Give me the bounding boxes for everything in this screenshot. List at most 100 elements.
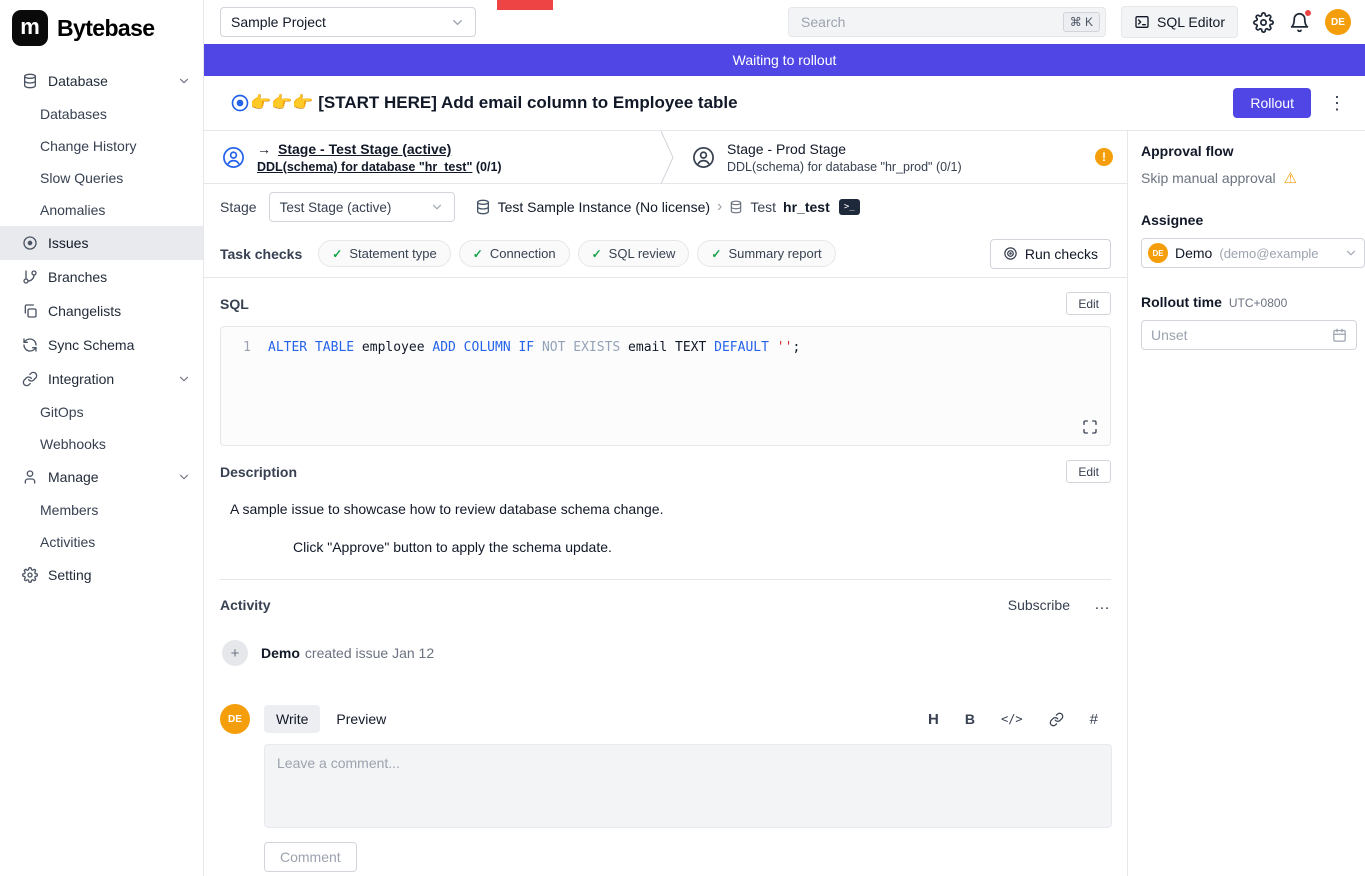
assignee-heading: Assignee (1141, 212, 1365, 228)
plus-icon: + (222, 640, 248, 666)
instance-name-link[interactable]: Test Sample Instance (No license) (498, 199, 710, 215)
tab-preview[interactable]: Preview (324, 705, 398, 733)
description-paragraph: A sample issue to showcase how to review… (230, 501, 1111, 517)
sidebar-item-integration[interactable]: Integration (0, 362, 203, 396)
bytebase-logo[interactable]: m Bytebase (0, 0, 203, 56)
check-pill-connection[interactable]: ✓ Connection (459, 240, 570, 267)
task-name: DDL(schema) for database "hr_prod" (0/1) (727, 160, 962, 174)
sql-section: SQL Edit 1 ALTER TABLE employee ADD COLU… (204, 278, 1127, 446)
expand-icon[interactable] (1082, 419, 1098, 435)
format-bold-icon[interactable]: B (965, 711, 975, 727)
check-icon: ✓ (592, 247, 602, 261)
more-options-icon[interactable]: … (1094, 596, 1111, 614)
run-checks-button[interactable]: Run checks (990, 239, 1111, 269)
issues-icon (22, 235, 38, 251)
postgres-icon (475, 199, 491, 215)
activity-entry: + Demo created issue Jan 12 (222, 640, 1111, 666)
search-box[interactable]: ⌘ K (788, 7, 1106, 37)
sidebar-item-webhooks[interactable]: Webhooks (0, 428, 203, 460)
open-sql-editor-icon[interactable]: >_ (839, 199, 860, 215)
check-pill-statement-type[interactable]: ✓ Statement type (318, 240, 451, 267)
gear-icon (22, 567, 38, 583)
stage-person-icon (692, 146, 715, 169)
environment-name: Test (750, 199, 776, 215)
notifications-bell-icon[interactable] (1289, 12, 1310, 33)
rollout-button[interactable]: Rollout (1233, 88, 1311, 118)
check-pill-sql-review[interactable]: ✓ SQL review (578, 240, 690, 267)
project-select[interactable]: Sample Project (220, 7, 476, 37)
sidebar-item-gitops[interactable]: GitOps (0, 396, 203, 428)
format-hash-icon[interactable]: # (1090, 711, 1098, 728)
check-pill-summary-report[interactable]: ✓ Summary report (697, 240, 835, 267)
sidebar-item-slow-queries[interactable]: Slow Queries (0, 162, 203, 194)
stage-name: Stage - Prod Stage (727, 141, 962, 157)
activity-heading: Activity (220, 597, 271, 613)
sidebar-item-branches[interactable]: Branches (0, 260, 203, 294)
description-body: A sample issue to showcase how to review… (220, 485, 1111, 580)
format-link-icon[interactable] (1049, 712, 1064, 727)
sidebar-item-sync-schema[interactable]: Sync Schema (0, 328, 203, 362)
format-code-icon[interactable]: </> (1001, 712, 1023, 726)
terminal-icon (1134, 14, 1150, 30)
status-banner: Waiting to rollout (204, 44, 1365, 76)
stage-name[interactable]: Stage - Test Stage (active) (278, 141, 451, 157)
sidebar-item-activities[interactable]: Activities (0, 526, 203, 558)
sidebar-item-setting[interactable]: Setting (0, 558, 203, 592)
topbar: Sample Project ⌘ K SQL Editor DE (204, 0, 1365, 44)
stage-select-row: Stage Test Stage (active) Test Sample In… (204, 184, 1127, 230)
topbar-right: ⌘ K SQL Editor DE (788, 6, 1351, 38)
sql-editor-button[interactable]: SQL Editor (1121, 6, 1238, 38)
search-shortcut-kbd: ⌘ K (1063, 12, 1100, 32)
chevron-down-icon (177, 470, 191, 484)
sidebar-item-members[interactable]: Members (0, 494, 203, 526)
description-edit-button[interactable]: Edit (1066, 460, 1111, 483)
red-ribbon (497, 0, 553, 10)
sql-code-panel[interactable]: 1 ALTER TABLE employee ADD COLUMN IF NOT… (220, 326, 1111, 446)
approval-flow-heading: Approval flow (1141, 143, 1365, 159)
task-name[interactable]: DDL(schema) for database "hr_test" (257, 160, 472, 174)
sidebar-item-changelists[interactable]: Changelists (0, 294, 203, 328)
sidebar-item-database[interactable]: Database (0, 64, 203, 98)
stage-card-prod[interactable]: Stage - Prod Stage DDL(schema) for datab… (674, 131, 1127, 183)
search-input[interactable] (799, 13, 1063, 31)
stage-strip: → Stage - Test Stage (active) DDL(schema… (204, 131, 1127, 184)
rollout-time-input[interactable]: Unset (1141, 320, 1357, 350)
stage-select[interactable]: Test Stage (active) (269, 192, 455, 222)
sql-edit-button[interactable]: Edit (1066, 292, 1111, 315)
task-count: (0/1) (476, 160, 502, 174)
link-icon (22, 371, 38, 387)
user-icon (22, 469, 38, 485)
sync-icon (22, 337, 38, 353)
sidebar-item-databases[interactable]: Databases (0, 98, 203, 130)
warning-triangle-icon: ⚠ (1284, 171, 1297, 186)
subscribe-button[interactable]: Subscribe (1008, 597, 1070, 613)
sidebar-item-issues[interactable]: Issues (0, 226, 203, 260)
sidebar-item-anomalies[interactable]: Anomalies (0, 194, 203, 226)
composer-avatar: DE (220, 704, 250, 734)
description-paragraph: Click "Approve" button to apply the sche… (293, 539, 1111, 555)
chevron-down-icon (430, 200, 444, 214)
issue-title: 👉👉👉 [START HERE] Add email column to Emp… (250, 93, 738, 113)
chevron-down-icon (177, 74, 191, 88)
git-branch-icon (22, 269, 38, 285)
database-name-link[interactable]: hr_test (783, 199, 830, 215)
arrow-right-icon: → (257, 141, 271, 157)
comment-input[interactable] (264, 744, 1112, 828)
stage-card-test[interactable]: → Stage - Test Stage (active) DDL(schema… (204, 131, 660, 183)
stage-person-icon (222, 146, 245, 169)
sidebar-item-manage[interactable]: Manage (0, 460, 203, 494)
run-checks-icon (1003, 246, 1018, 261)
sql-statement: ALTER TABLE employee ADD COLUMN IF NOT E… (268, 338, 800, 358)
assignee-select[interactable]: DE Demo (demo@example (1141, 238, 1365, 268)
tab-write[interactable]: Write (264, 705, 320, 733)
user-avatar[interactable]: DE (1325, 9, 1351, 35)
line-number: 1 (233, 338, 251, 358)
settings-gear-icon[interactable] (1253, 12, 1274, 33)
kebab-menu-icon[interactable]: ⋮ (1327, 94, 1347, 112)
brand-name: Bytebase (57, 15, 154, 42)
activity-user[interactable]: Demo (261, 645, 300, 661)
comment-button[interactable]: Comment (264, 842, 357, 872)
format-heading-icon[interactable]: H (928, 711, 939, 728)
chevron-down-icon (177, 372, 191, 386)
sidebar-item-change-history[interactable]: Change History (0, 130, 203, 162)
